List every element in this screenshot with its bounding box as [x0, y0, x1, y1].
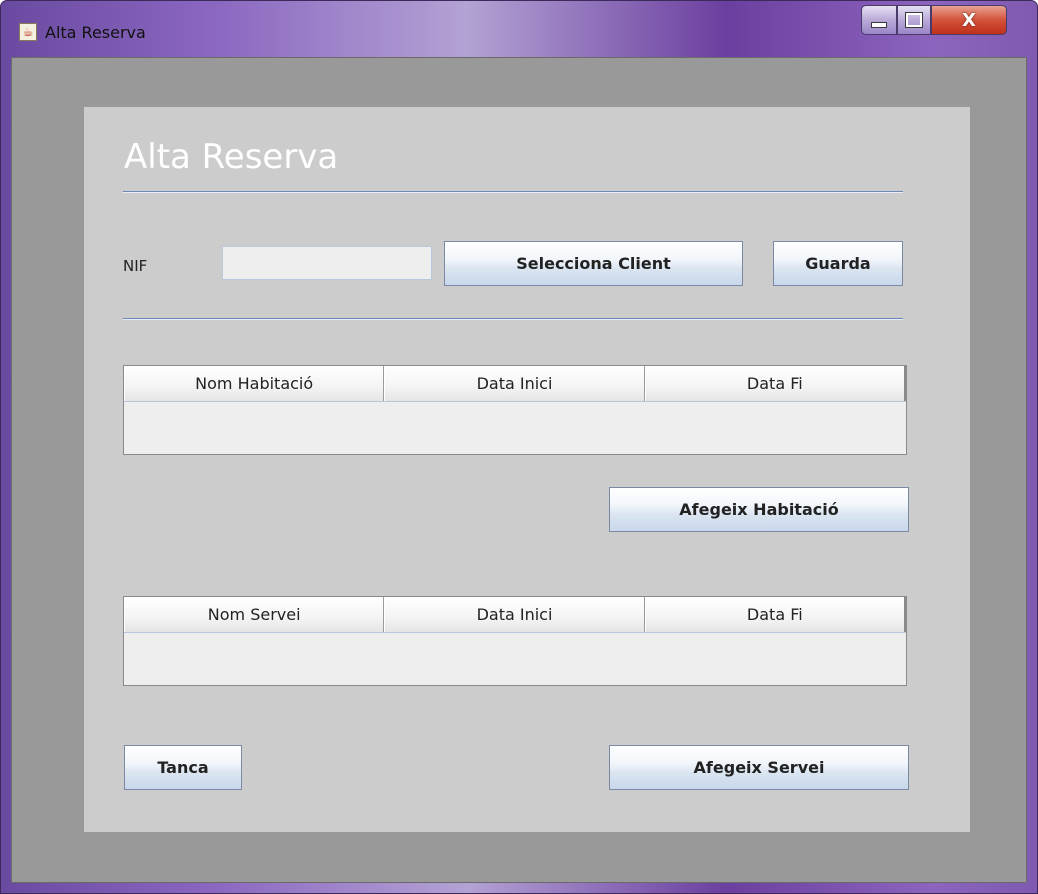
client-area: Alta Reserva NIF Selecciona Client Guard…	[11, 57, 1027, 883]
title-bar[interactable]: ☕ Alta Reserva X	[1, 1, 1037, 57]
save-button[interactable]: Guarda	[773, 241, 903, 286]
nif-label: NIF	[123, 257, 148, 275]
column-header-start-date[interactable]: Data Inici	[384, 366, 645, 401]
rooms-table-body[interactable]	[124, 402, 906, 454]
window-title: Alta Reserva	[45, 23, 146, 42]
form-panel: Alta Reserva NIF Selecciona Client Guard…	[84, 107, 970, 832]
minimize-button[interactable]	[861, 5, 897, 35]
services-table[interactable]: Nom Servei Data Inici Data Fi	[123, 596, 907, 686]
add-service-button[interactable]: Afegeix Servei	[609, 745, 909, 790]
column-header-service-name[interactable]: Nom Servei	[124, 597, 385, 632]
nif-input[interactable]	[222, 246, 432, 280]
column-header-end-date[interactable]: Data Fi	[644, 366, 906, 401]
java-cup-icon[interactable]: ☕	[19, 23, 37, 41]
close-icon: X	[962, 9, 976, 31]
rooms-table[interactable]: Nom Habitació Data Inici Data Fi	[123, 365, 907, 455]
minimize-icon	[871, 22, 887, 28]
maximize-button[interactable]	[897, 5, 931, 35]
column-header-end-date[interactable]: Data Fi	[644, 597, 906, 632]
page-title: Alta Reserva	[124, 137, 339, 177]
services-table-body[interactable]	[124, 633, 906, 685]
maximize-icon	[905, 12, 923, 28]
select-client-button[interactable]: Selecciona Client	[444, 241, 743, 286]
column-header-room-name[interactable]: Nom Habitació	[124, 366, 385, 401]
middle-separator	[123, 318, 903, 320]
app-window: ☕ Alta Reserva X Alta Reserva NIF Selecc…	[0, 0, 1038, 894]
services-table-header: Nom Servei Data Inici Data Fi	[124, 597, 906, 633]
top-separator	[123, 191, 903, 193]
rooms-table-header: Nom Habitació Data Inici Data Fi	[124, 366, 906, 402]
add-room-button[interactable]: Afegeix Habitació	[609, 487, 909, 532]
column-header-start-date[interactable]: Data Inici	[384, 597, 645, 632]
close-window-button[interactable]: X	[931, 5, 1007, 35]
close-button[interactable]: Tanca	[124, 745, 242, 790]
